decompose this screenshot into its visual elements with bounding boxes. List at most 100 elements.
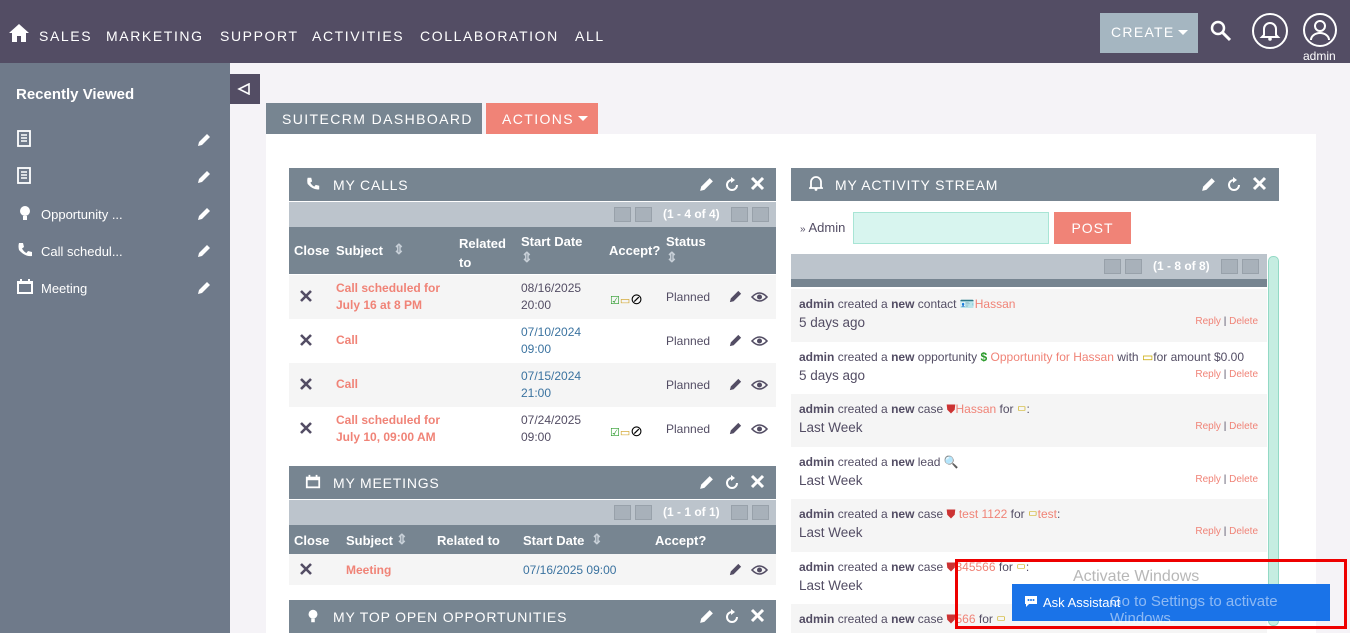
activity-link[interactable]: Opportunity for Hassan [991, 350, 1114, 364]
col-start-date[interactable]: Start Date [523, 533, 584, 548]
close-icon[interactable] [750, 474, 765, 489]
pencil-icon[interactable] [698, 176, 715, 193]
call-subject-link[interactable]: Call [336, 377, 358, 391]
next-page-button[interactable] [731, 207, 748, 222]
sidebar-item-meeting[interactable]: Meeting [16, 278, 216, 300]
reply-link[interactable]: Reply [1195, 316, 1221, 327]
delete-link[interactable]: Delete [1229, 316, 1258, 327]
notification-bell-icon[interactable] [1251, 12, 1289, 50]
last-page-button[interactable] [752, 207, 769, 222]
col-subject[interactable]: Subject [346, 533, 393, 548]
tab-suitecrm-dashboard[interactable]: SUITECRM DASHBOARD [266, 103, 482, 134]
last-page-button[interactable] [1242, 259, 1259, 274]
accept-icons[interactable]: ☑▭⊘ [610, 290, 643, 308]
pencil-icon[interactable] [728, 377, 743, 392]
next-page-button[interactable] [1221, 259, 1238, 274]
col-accept[interactable]: Accept? [609, 243, 660, 258]
pencil-icon[interactable] [728, 333, 743, 348]
pencil-icon[interactable] [196, 243, 212, 259]
pencil-icon[interactable] [698, 608, 715, 625]
activity-link[interactable]: test 1122 [959, 507, 1007, 521]
close-icon[interactable] [300, 422, 312, 434]
first-page-button[interactable] [614, 207, 631, 222]
close-icon[interactable] [750, 608, 765, 623]
nav-activities[interactable]: ACTIVITIES [312, 28, 404, 44]
prev-page-button[interactable] [635, 505, 652, 520]
close-icon[interactable] [300, 290, 312, 302]
nav-support[interactable]: SUPPORT [220, 28, 299, 44]
col-related-to[interactable]: Related to [459, 234, 509, 272]
col-accept[interactable]: Accept? [655, 533, 706, 548]
next-page-button[interactable] [731, 505, 748, 520]
call-subject-link[interactable]: Call scheduled for July 16 at 8 PM [336, 280, 446, 314]
close-icon[interactable] [300, 378, 312, 390]
col-related-to[interactable]: Related to [437, 533, 500, 548]
pencil-icon[interactable] [196, 169, 212, 185]
sort-icon[interactable]: ⇕ [393, 241, 405, 258]
sort-icon[interactable]: ⇕ [396, 531, 408, 548]
delete-link[interactable]: Delete [1229, 526, 1258, 537]
nav-all[interactable]: ALL [575, 28, 605, 44]
pencil-icon[interactable] [1200, 176, 1217, 193]
col-close[interactable]: Close [294, 533, 329, 548]
nav-marketing[interactable]: MARKETING [106, 28, 204, 44]
close-icon[interactable] [300, 334, 312, 346]
activity-link-2[interactable]: test [1038, 507, 1057, 521]
refresh-icon[interactable] [723, 474, 741, 492]
pencil-icon[interactable] [698, 474, 715, 491]
close-icon[interactable] [750, 176, 765, 191]
nav-collaboration[interactable]: COLLABORATION [420, 28, 559, 44]
pencil-icon[interactable] [728, 562, 743, 577]
call-subject-link[interactable]: Call scheduled for July 10, 09:00 AM [336, 412, 446, 446]
pencil-icon[interactable] [196, 206, 212, 222]
close-icon[interactable] [1252, 176, 1267, 191]
delete-link[interactable]: Delete [1229, 421, 1258, 432]
pencil-icon[interactable] [196, 280, 212, 296]
sidebar-item-opportunity[interactable]: Opportunity ... [16, 204, 216, 226]
col-close[interactable]: Close [294, 243, 329, 258]
meeting-subject-link[interactable]: Meeting [346, 563, 391, 577]
eye-icon[interactable] [751, 379, 768, 391]
home-icon[interactable] [8, 23, 30, 43]
prev-page-button[interactable] [1125, 259, 1142, 274]
last-page-button[interactable] [752, 505, 769, 520]
col-subject[interactable]: Subject [336, 243, 383, 258]
reply-link[interactable]: Reply [1195, 474, 1221, 485]
refresh-icon[interactable] [723, 608, 741, 626]
prev-page-button[interactable] [635, 207, 652, 222]
delete-link[interactable]: Delete [1229, 474, 1258, 485]
sort-icon[interactable]: ⇕ [521, 249, 533, 266]
eye-icon[interactable] [751, 423, 768, 435]
sidebar-item-call[interactable]: Call schedul... [16, 241, 216, 263]
col-status[interactable]: Status [666, 234, 706, 249]
reply-link[interactable]: Reply [1195, 369, 1221, 380]
first-page-button[interactable] [614, 505, 631, 520]
nav-sales[interactable]: SALES [39, 28, 92, 44]
refresh-icon[interactable] [723, 176, 741, 194]
pencil-icon[interactable] [196, 132, 212, 148]
col-start-date[interactable]: Start Date [521, 234, 582, 249]
call-subject-link[interactable]: Call [336, 333, 358, 347]
sort-icon[interactable]: ⇕ [591, 531, 603, 548]
reply-link[interactable]: Reply [1195, 526, 1221, 537]
activity-link[interactable]: Hassan [975, 297, 1016, 311]
eye-icon[interactable] [751, 335, 768, 347]
create-button[interactable]: CREATE [1100, 13, 1198, 53]
accept-icons[interactable]: ☑▭⊘ [610, 422, 643, 440]
sort-icon[interactable]: ⇕ [666, 249, 678, 266]
post-button[interactable]: POST [1054, 212, 1131, 244]
reply-link[interactable]: Reply [1195, 421, 1221, 432]
eye-icon[interactable] [751, 564, 768, 576]
search-icon[interactable] [1210, 20, 1232, 42]
sidebar-item-document-2[interactable] [16, 167, 216, 189]
activity-link[interactable]: Hassan [955, 402, 996, 416]
user-avatar-icon[interactable] [1302, 12, 1338, 48]
eye-icon[interactable] [751, 291, 768, 303]
sidebar-collapse-button[interactable] [230, 74, 260, 104]
close-icon[interactable] [300, 563, 312, 575]
post-user-toggle[interactable]: » Admin [800, 220, 845, 235]
sidebar-item-document-1[interactable] [16, 130, 216, 152]
refresh-icon[interactable] [1225, 176, 1243, 194]
delete-link[interactable]: Delete [1229, 369, 1258, 380]
pencil-icon[interactable] [728, 289, 743, 304]
